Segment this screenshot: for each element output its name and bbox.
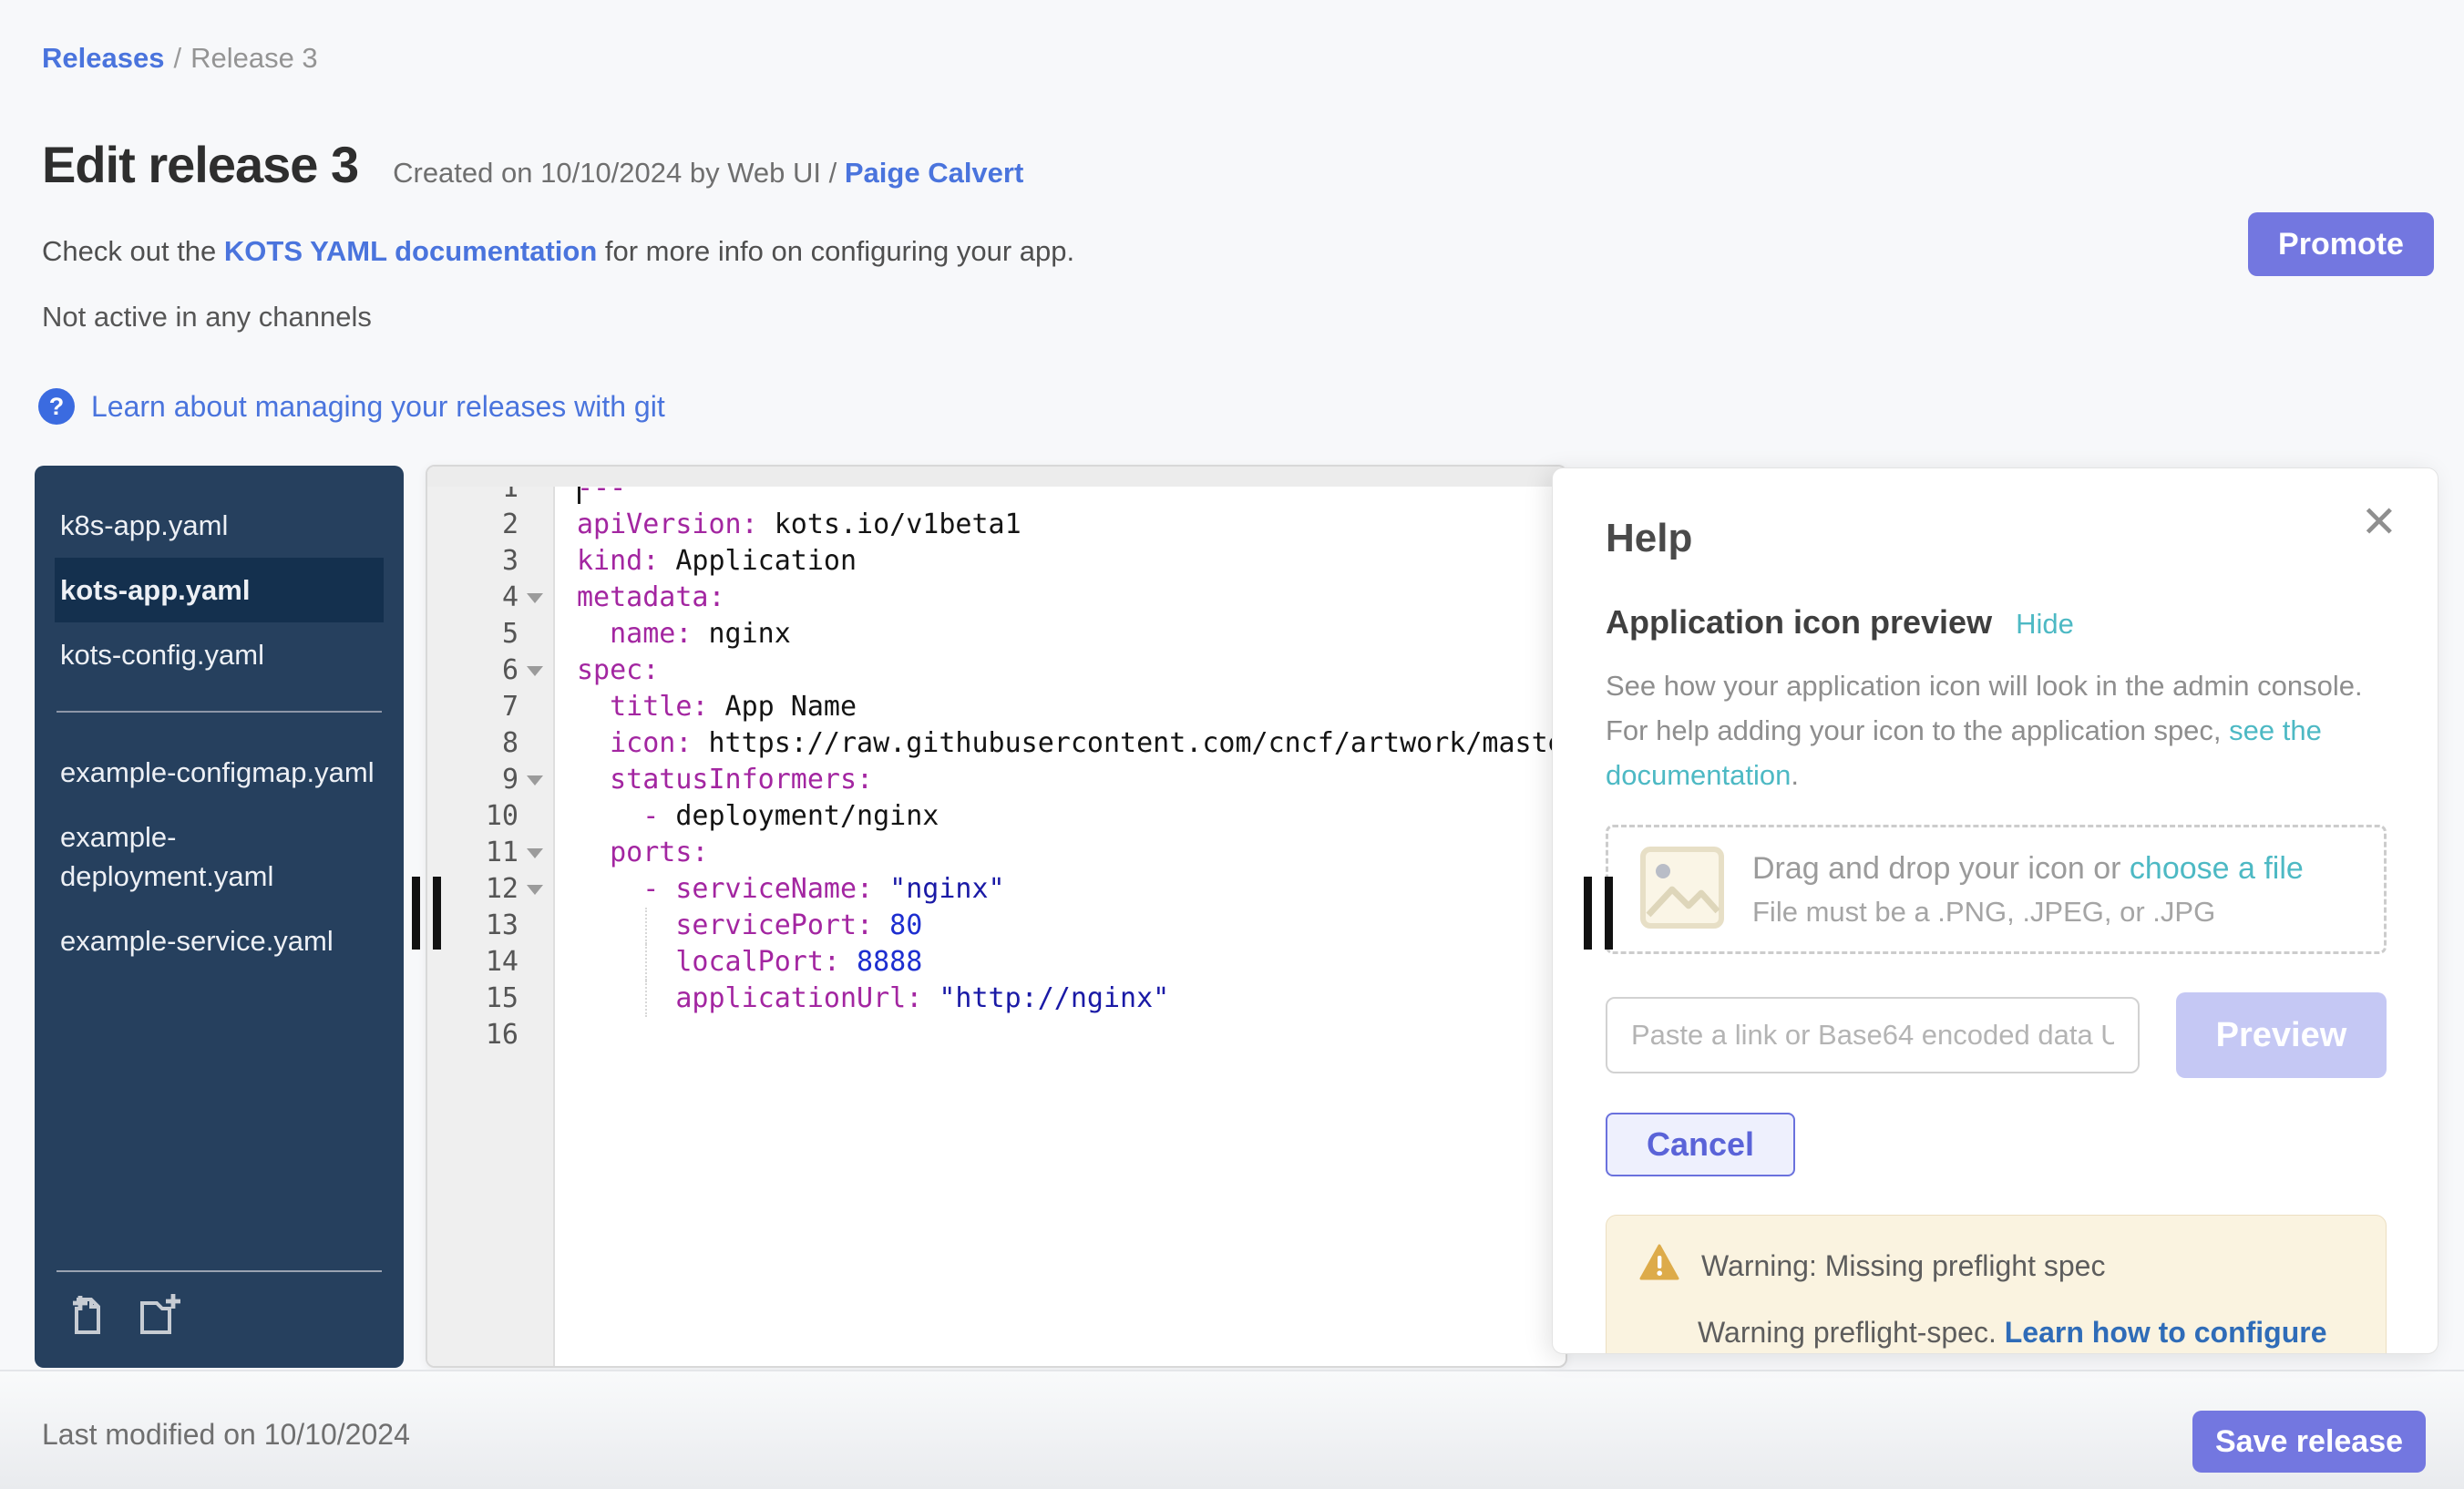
git-help-link[interactable]: Learn about managing your releases with … xyxy=(91,390,665,424)
doc-hint-line: Check out the KOTS YAML documentation fo… xyxy=(42,235,1074,268)
dropzone-text: Drag and drop your icon or choose a file xyxy=(1752,851,2304,887)
file-item-kots-app-selected[interactable]: kots-app.yaml xyxy=(55,558,384,622)
new-file-icon[interactable] xyxy=(66,1292,113,1344)
help-panel: ✕ Help Application icon preview Hide See… xyxy=(1552,467,2438,1354)
created-subtitle: Created on 10/10/2024 by Web UI / Paige … xyxy=(393,157,1023,190)
sidebar-bottom xyxy=(56,1270,382,1368)
breadcrumb-current: Release 3 xyxy=(190,42,318,74)
code-line-14[interactable]: 14 localPort: 8888 xyxy=(427,944,1566,981)
editor-code-area[interactable]: 1 --- 2 apiVersion: kots.io/v1beta1 3 ki… xyxy=(427,470,1566,1053)
code-line-8[interactable]: 8 icon: https://raw.githubusercontent.co… xyxy=(427,725,1566,762)
resize-bar xyxy=(412,877,420,950)
hide-link[interactable]: Hide xyxy=(2016,608,2074,641)
breadcrumb-releases-link[interactable]: Releases xyxy=(42,42,164,74)
code-line-3[interactable]: 3 kind: Application xyxy=(427,543,1566,580)
code-line-4[interactable]: 4 metadata: xyxy=(427,580,1566,616)
fold-arrow-icon[interactable] xyxy=(527,775,543,786)
file-tree-sidebar: k8s-app.yaml kots-app.yaml kots-config.y… xyxy=(35,466,404,1368)
icon-preview-description: See how your application icon will look … xyxy=(1606,663,2387,797)
code-line-11[interactable]: 11 ports: xyxy=(427,835,1566,871)
fold-arrow-icon[interactable] xyxy=(527,848,543,858)
resize-bar xyxy=(1605,877,1613,950)
cancel-button[interactable]: Cancel xyxy=(1606,1113,1795,1176)
kots-yaml-doc-link[interactable]: KOTS YAML documentation xyxy=(224,235,597,267)
code-line-15[interactable]: 15 applicationUrl: "http://nginx" xyxy=(427,981,1566,1017)
title-row: Edit release 3 Created on 10/10/2024 by … xyxy=(42,135,1023,194)
choose-a-file-link[interactable]: choose a file xyxy=(2130,851,2304,886)
warning-triangle-icon xyxy=(1639,1243,1679,1289)
created-by-link[interactable]: Paige Calvert xyxy=(845,157,1023,189)
breadcrumb-separator: / xyxy=(173,42,181,74)
icon-preview-title: Application icon preview xyxy=(1606,603,1992,642)
code-line-13[interactable]: 13 servicePort: 80 xyxy=(427,908,1566,944)
dropzone-filetypes: File must be a .PNG, .JPEG, or .JPG xyxy=(1752,896,2304,929)
doc-hint-after: for more info on configuring your app. xyxy=(597,235,1074,267)
file-group-divider xyxy=(56,711,382,713)
new-folder-icon[interactable] xyxy=(137,1292,188,1344)
file-item-example-service[interactable]: example-service.yaml xyxy=(56,909,382,973)
file-item-example-configmap[interactable]: example-configmap.yaml xyxy=(56,740,382,805)
save-release-button[interactable]: Save release xyxy=(2192,1411,2426,1473)
code-line-12[interactable]: 12 - serviceName: "nginx" xyxy=(427,871,1566,908)
fold-arrow-icon[interactable] xyxy=(527,885,543,895)
icon-url-input[interactable] xyxy=(1606,997,2140,1073)
fold-arrow-icon[interactable] xyxy=(527,666,543,676)
code-line-9[interactable]: 9 statusInformers: xyxy=(427,762,1566,798)
resize-bar xyxy=(1584,877,1592,950)
code-line-5[interactable]: 5 name: nginx xyxy=(427,616,1566,652)
code-line-2[interactable]: 2 apiVersion: kots.io/v1beta1 xyxy=(427,507,1566,543)
doc-hint-before: Check out the xyxy=(42,235,224,267)
editor-top-strip xyxy=(427,467,1566,487)
code-line-6[interactable]: 6 spec: xyxy=(427,652,1566,689)
preflight-warning-box: Warning: Missing preflight spec Warning … xyxy=(1606,1215,2387,1354)
last-modified-text: Last modified on 10/10/2024 xyxy=(42,1418,410,1452)
code-line-7[interactable]: 7 title: App Name xyxy=(427,689,1566,725)
warning-detail: Warning preflight-spec. Learn how to con… xyxy=(1639,1316,2353,1350)
help-panel-title: Help xyxy=(1606,516,2387,561)
code-line-10[interactable]: 10 - deployment/nginx xyxy=(427,798,1566,835)
image-placeholder-icon xyxy=(1639,846,1725,934)
resize-bar xyxy=(433,877,441,950)
promote-button[interactable]: Promote xyxy=(2248,212,2434,276)
warning-title: Warning: Missing preflight spec xyxy=(1701,1249,2105,1283)
learn-how-to-configure-link[interactable]: Learn how to configure xyxy=(2005,1316,2327,1349)
git-help-row: ? Learn about managing your releases wit… xyxy=(38,388,665,425)
question-icon: ? xyxy=(38,388,75,425)
fold-arrow-icon[interactable] xyxy=(527,593,543,603)
preview-button[interactable]: Preview xyxy=(2176,992,2387,1078)
icon-dropzone[interactable]: Drag and drop your icon or choose a file… xyxy=(1606,825,2387,954)
file-item-example-deployment[interactable]: example-deployment.yaml xyxy=(56,805,382,909)
file-item-kots-config[interactable]: kots-config.yaml xyxy=(56,622,382,687)
resize-handle-right[interactable] xyxy=(1584,877,1617,950)
file-item-k8s-app[interactable]: k8s-app.yaml xyxy=(56,493,382,558)
code-line-16[interactable]: 16 xyxy=(427,1017,1566,1053)
channel-status: Not active in any channels xyxy=(42,301,372,334)
sidebar-bottom-divider xyxy=(56,1270,382,1272)
yaml-editor[interactable]: 1 --- 2 apiVersion: kots.io/v1beta1 3 ki… xyxy=(426,465,1567,1368)
close-icon[interactable]: ✕ xyxy=(2361,501,2397,545)
page-title: Edit release 3 xyxy=(42,135,358,194)
breadcrumb: Releases / Release 3 xyxy=(42,42,318,75)
resize-handle-left[interactable] xyxy=(412,877,445,950)
created-text: Created on 10/10/2024 by Web UI / xyxy=(393,157,837,189)
